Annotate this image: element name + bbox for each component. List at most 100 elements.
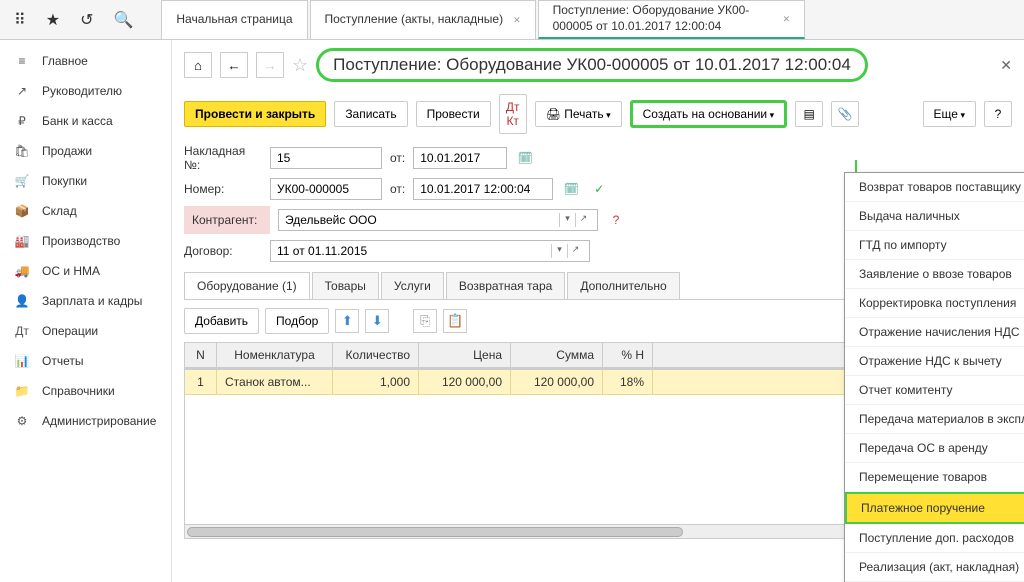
date-input[interactable] bbox=[413, 147, 507, 169]
sidebar-item-admin[interactable]: ⚙Администрирование bbox=[0, 406, 171, 436]
sidebar-item-warehouse[interactable]: 📦Склад bbox=[0, 196, 171, 226]
help-button[interactable]: ? bbox=[984, 101, 1012, 127]
kontragent-combo[interactable]: ▾ ↗ bbox=[278, 209, 598, 231]
from-label: от: bbox=[390, 151, 405, 165]
dogovor-label: Договор: bbox=[184, 244, 262, 258]
sidebar-item-production[interactable]: 🏭Производство bbox=[0, 226, 171, 256]
close-icon[interactable]: ✕ bbox=[783, 14, 791, 25]
dropdown-item[interactable]: Корректировка поступления bbox=[845, 289, 1024, 318]
move-down-button[interactable]: ⬇ bbox=[365, 309, 389, 333]
dropdown-item[interactable]: Перемещение товаров bbox=[845, 463, 1024, 492]
close-icon[interactable]: ✕ bbox=[513, 15, 521, 26]
sidebar-item-main[interactable]: ≡Главное bbox=[0, 46, 171, 76]
cart-icon: 🛒 bbox=[14, 174, 30, 188]
tab-equipment[interactable]: Оборудование (1) bbox=[184, 272, 310, 299]
sidebar-item-catalogs[interactable]: 📁Справочники bbox=[0, 376, 171, 406]
page-title: Поступление: Оборудование УК00-000005 от… bbox=[316, 48, 868, 82]
favorite-icon[interactable]: ☆ bbox=[292, 55, 308, 76]
menu-icon: ≡ bbox=[14, 54, 30, 68]
home-button[interactable]: ⌂ bbox=[184, 52, 212, 78]
paste-button[interactable]: 📋 bbox=[443, 309, 467, 333]
status-icon[interactable]: ✓ bbox=[589, 179, 609, 199]
tab-receipts[interactable]: Поступление (акты, накладные)✕ bbox=[310, 0, 536, 39]
col-nomenclature[interactable]: Номенклатура bbox=[217, 343, 333, 367]
dropdown-item[interactable]: Отражение начисления НДС bbox=[845, 318, 1024, 347]
calendar-icon[interactable]: 🗓 bbox=[515, 148, 535, 168]
doc-icon-button[interactable]: ▤ bbox=[795, 101, 823, 127]
tab-start[interactable]: Начальная страница bbox=[161, 0, 307, 39]
dropdown-item[interactable]: Поступление доп. расходов bbox=[845, 524, 1024, 553]
dropdown-item[interactable]: Отражение НДС к вычету bbox=[845, 347, 1024, 376]
sidebar-item-operations[interactable]: ДтОперации bbox=[0, 316, 171, 346]
sidebar-item-reports[interactable]: 📊Отчеты bbox=[0, 346, 171, 376]
nakladnaya-input[interactable] bbox=[270, 147, 382, 169]
col-qty[interactable]: Количество bbox=[333, 343, 419, 367]
tab-returnable[interactable]: Возвратная тара bbox=[446, 272, 566, 299]
tab-additional[interactable]: Дополнительно bbox=[567, 272, 679, 299]
dogovor-combo[interactable]: ▾ ↗ bbox=[270, 240, 590, 262]
sidebar: ≡Главное ↗Руководителю ₽Банк и касса 🛍Пр… bbox=[0, 40, 172, 582]
datetime-input[interactable] bbox=[413, 178, 553, 200]
sidebar-item-salary[interactable]: 👤Зарплата и кадры bbox=[0, 286, 171, 316]
col-price[interactable]: Цена bbox=[419, 343, 511, 367]
dtkt-button[interactable]: ДтКт bbox=[499, 94, 527, 134]
save-button[interactable]: Записать bbox=[334, 101, 407, 127]
history-icon[interactable]: ↺ bbox=[80, 10, 93, 30]
dropdown-item[interactable]: Реализация (акт, накладная) bbox=[845, 553, 1024, 582]
bag-icon: 🛍 bbox=[14, 144, 30, 158]
dropdown-item[interactable]: Выдача наличных bbox=[845, 202, 1024, 231]
star-icon[interactable]: ★ bbox=[46, 10, 60, 30]
add-button[interactable]: Добавить bbox=[184, 308, 259, 334]
sidebar-item-purchases[interactable]: 🛒Покупки bbox=[0, 166, 171, 196]
chevron-down-icon[interactable]: ▾ bbox=[551, 244, 567, 258]
from-label: от: bbox=[390, 182, 405, 196]
help-icon[interactable]: ? bbox=[606, 210, 626, 230]
back-button[interactable]: ← bbox=[220, 52, 248, 78]
gear-icon: ⚙ bbox=[14, 414, 30, 428]
select-button[interactable]: Подбор bbox=[265, 308, 329, 334]
dropdown-item[interactable]: Отчет комитенту bbox=[845, 376, 1024, 405]
close-button[interactable]: ✕ bbox=[1000, 57, 1012, 74]
copy-button[interactable]: ⎘ bbox=[413, 309, 437, 333]
col-n[interactable]: N bbox=[185, 343, 217, 367]
col-vat[interactable]: % Н bbox=[603, 343, 653, 367]
open-icon[interactable]: ↗ bbox=[567, 244, 583, 258]
dropdown-item[interactable]: Передача ОС в аренду bbox=[845, 434, 1024, 463]
sidebar-item-assets[interactable]: 🚚ОС и НМА bbox=[0, 256, 171, 286]
move-up-button[interactable]: ⬆ bbox=[335, 309, 359, 333]
dropdown-item[interactable]: Заявление о ввозе товаров bbox=[845, 260, 1024, 289]
col-sum[interactable]: Сумма bbox=[511, 343, 603, 367]
nakladnaya-label: Накладная №: bbox=[184, 144, 262, 172]
create-based-on-button[interactable]: Создать на основании bbox=[630, 100, 788, 128]
dropdown-item[interactable]: Платежное поручение bbox=[845, 492, 1024, 524]
chevron-down-icon[interactable]: ▾ bbox=[559, 213, 575, 227]
dropdown-item[interactable]: Возврат товаров поставщику bbox=[845, 173, 1024, 202]
attach-button[interactable]: 📎 bbox=[831, 101, 859, 127]
nomer-label: Номер: bbox=[184, 182, 262, 196]
tab-current-doc[interactable]: Поступление: Оборудование УК00-000005 от… bbox=[538, 0, 806, 39]
folder-icon: 📁 bbox=[14, 384, 30, 398]
tab-services[interactable]: Услуги bbox=[381, 272, 444, 299]
window-tabs: Начальная страница Поступление (акты, на… bbox=[161, 0, 807, 39]
print-button[interactable]: 🖨 Печать bbox=[535, 101, 622, 127]
search-icon[interactable]: 🔍 bbox=[113, 10, 133, 30]
more-button[interactable]: Еще bbox=[923, 101, 976, 127]
sidebar-item-manager[interactable]: ↗Руководителю bbox=[0, 76, 171, 106]
apps-icon[interactable]: ⠿ bbox=[14, 10, 26, 30]
post-and-close-button[interactable]: Провести и закрыть bbox=[184, 101, 326, 127]
dropdown-item[interactable]: Передача материалов в эксплуатацию bbox=[845, 405, 1024, 434]
open-icon[interactable]: ↗ bbox=[575, 213, 591, 227]
sidebar-item-bank[interactable]: ₽Банк и касса bbox=[0, 106, 171, 136]
post-button[interactable]: Провести bbox=[416, 101, 491, 127]
dtkt-icon: Дт bbox=[14, 324, 30, 338]
forward-button[interactable]: → bbox=[256, 52, 284, 78]
dropdown-item[interactable]: ГТД по импорту bbox=[845, 231, 1024, 260]
box-icon: 📦 bbox=[14, 204, 30, 218]
calendar-icon[interactable]: 🗓 bbox=[561, 179, 581, 199]
tab-goods[interactable]: Товары bbox=[312, 272, 379, 299]
nomer-input[interactable] bbox=[270, 178, 382, 200]
sidebar-item-sales[interactable]: 🛍Продажи bbox=[0, 136, 171, 166]
topbar: ⠿ ★ ↺ 🔍 Начальная страница Поступление (… bbox=[0, 0, 1024, 40]
person-icon: 👤 bbox=[14, 294, 30, 308]
chart-icon: ↗ bbox=[14, 84, 30, 98]
